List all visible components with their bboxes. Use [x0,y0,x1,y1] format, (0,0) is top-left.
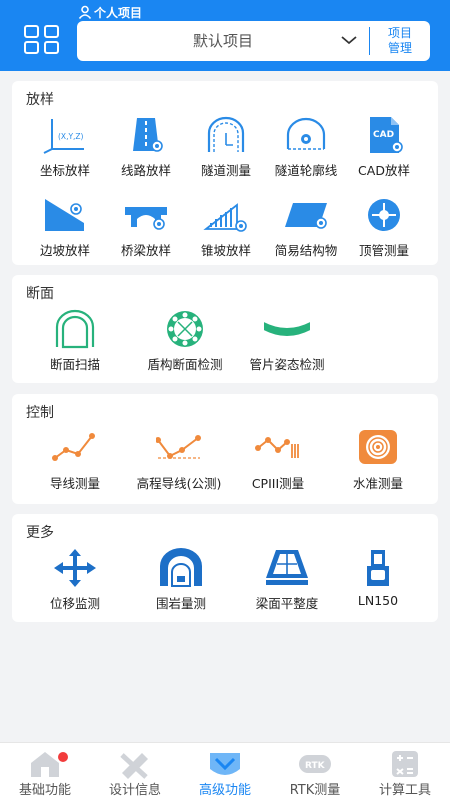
shield-segment-icon [167,311,203,347]
tab-label-design: 设计信息 [108,783,161,798]
item-slope-stakeout[interactable]: 边坡放样 [27,195,103,261]
item-surrounding-rock[interactable]: 围岩量测 [143,548,219,614]
move-arrows-icon [54,549,96,587]
item-cpiii-survey[interactable]: CPIII测量 [240,428,316,494]
section-title-control: 控制 [26,405,54,421]
beam-flatness-icon [266,550,308,585]
chevron-badge-icon [210,753,240,775]
rtk-icon-text: RTK [305,761,326,771]
tunnel-contour-icon [286,117,326,150]
item-elevation-traverse[interactable]: 高程导线(公测) [124,428,234,494]
item-pipe-jacking[interactable]: 顶管测量 [346,195,422,261]
label-segment-attitude-check: 管片姿态检测 [249,357,325,372]
coord-icon-text: (X,Y,Z) [58,132,84,141]
notification-badge [58,752,68,762]
tab-label-basic: 基础功能 [18,783,71,798]
menu-grid-icon[interactable] [24,25,60,55]
item-tunnel-survey[interactable]: 隧道测量 [188,115,264,181]
segment-arc-icon [264,321,310,336]
leveling-icon [359,430,397,464]
road-icon [133,118,163,152]
label-leveling-survey: 水准测量 [352,476,403,491]
personal-project-label: 个人项目 [78,4,142,20]
cad-icon-text: CAD [373,130,394,140]
section-title-section: 断面 [26,286,54,302]
ln150-device-icon [367,550,389,586]
item-coordinate-stakeout[interactable]: (X,Y,Z) 坐标放样 [27,115,103,181]
project-label-text: 个人项目 [94,5,143,20]
surrounding-rock-icon [160,548,202,587]
item-leveling-survey[interactable]: 水准测量 [340,428,416,494]
item-displacement-monitor[interactable]: 位移监测 [37,548,113,614]
ruler-pencil-icon [120,753,148,779]
tab-label-rtk: RTK测量 [289,783,341,798]
item-cad-stakeout[interactable]: CAD CAD放样 [346,115,422,181]
tab-calc-tools[interactable]: 计算工具 [360,743,450,800]
item-traverse-survey[interactable]: 导线测量 [37,428,113,494]
item-segment-attitude-check[interactable]: 管片姿态检测 [232,309,342,375]
section-card: 断面 断面扫描 盾构断面检测 管片姿态检测 [12,275,438,383]
item-section-scan[interactable]: 断面扫描 [37,309,113,375]
tunnel-icon [207,116,245,152]
pipe-jacking-icon [368,199,400,231]
item-route-stakeout[interactable]: 线路放样 [108,115,184,181]
cad-file-icon: CAD [370,117,403,153]
select-divider [369,27,370,55]
label-cpiii-survey: CPIII测量 [251,476,305,491]
manage-label-1: 项目 [387,26,412,40]
project-select[interactable]: 默认项目 项目 管理 [77,21,430,61]
tab-rtk-survey[interactable]: RTK RTK测量 [270,743,360,800]
tab-advanced-functions[interactable]: 高级功能 [180,743,270,800]
item-bridge-stakeout[interactable]: 桥梁放样 [108,195,184,261]
elevation-traverse-icon [156,435,201,459]
coordinate-axes-icon: (X,Y,Z) [43,119,84,154]
tab-label-calc: 计算工具 [378,783,431,798]
more-card: 更多 位移监测 围岩量测 梁面平整度 LN150 [12,514,438,622]
item-ln150[interactable]: LN150 [340,548,416,614]
slope-icon [45,199,84,231]
section-scan-icon [55,309,95,349]
section-title-more: 更多 [26,525,54,541]
rtk-icon: RTK [299,755,331,773]
tab-basic-functions[interactable]: 基础功能 [0,743,90,800]
traverse-line-icon [52,433,95,461]
label-pipe-jacking: 顶管测量 [358,243,409,258]
tab-label-advanced: 高级功能 [198,783,251,798]
chevron-down-icon [341,36,357,45]
label-cad-stakeout: CAD放样 [358,163,410,178]
house-icon [31,752,59,777]
tab-design-info[interactable]: 设计信息 [90,743,180,800]
label-displacement-monitor: 位移监测 [49,596,100,611]
control-card: 控制 导线测量 高程导线(公测) CPIII测量 水准测量 [12,394,438,504]
user-icon [78,5,92,19]
project-manage-button[interactable]: 项目 管理 [377,25,423,57]
section-title-stakeout: 放样 [26,92,54,108]
top-header: 个人项目 默认项目 项目 管理 [0,0,450,71]
label-section-scan: 断面扫描 [49,357,100,372]
stakeout-card: 放样 (X,Y,Z) 坐标放样 线路放样 隧道测量 隧道轮廓线 CAD CAD放… [12,81,438,265]
item-cone-slope-stakeout[interactable]: 锥坡放样 [188,195,264,261]
calculator-icon [392,751,418,777]
cpiii-icon [255,437,299,458]
structure-icon [285,203,327,229]
selected-project: 默认项目 [192,32,253,50]
label-ln150: LN150 [357,593,399,608]
bottom-tab-bar: 基础功能 设计信息 高级功能 RTK RTK测量 计算工具 [0,742,450,800]
manage-label-2: 管理 [387,41,412,55]
cone-slope-icon [203,203,247,232]
bridge-icon [125,207,167,230]
